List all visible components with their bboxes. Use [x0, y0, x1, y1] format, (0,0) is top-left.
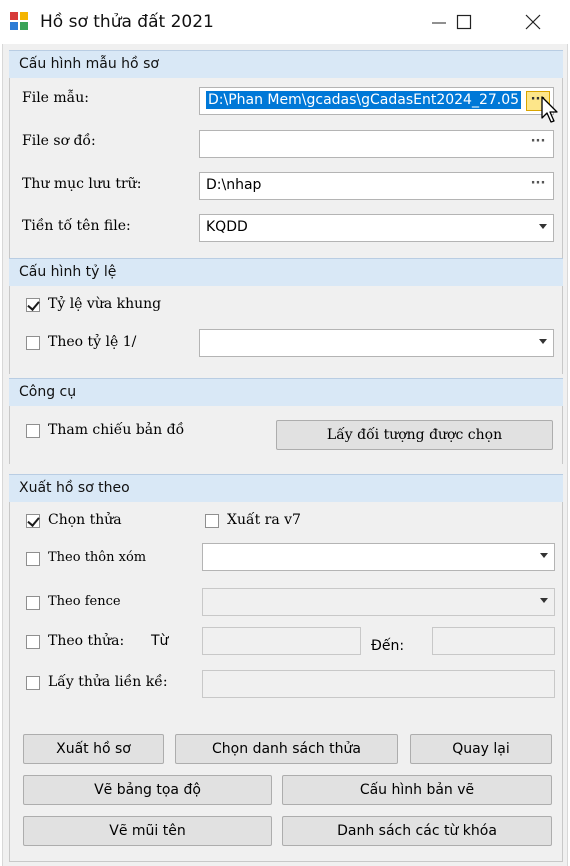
section-scale: Tỷ lệ vừa khung Theo tỷ lệ 1/ [9, 286, 563, 374]
hamlet-dropdown[interactable] [202, 543, 555, 571]
file-mau-value: D:\Phan Mem\gcadas\gCadasEnt2024_27.05 [206, 91, 522, 109]
get-selected-object-button[interactable]: Lấy đối tượng được chọn [276, 420, 553, 450]
file-mau-label: File mẫu: [22, 90, 89, 106]
by-fence-checkbox[interactable] [26, 596, 40, 610]
maximize-icon [456, 14, 472, 30]
fit-frame-label: Tỷ lệ vừa khung [48, 296, 162, 312]
by-scale-checkbox[interactable] [26, 336, 40, 350]
section-header-tools: Công cụ [9, 378, 563, 406]
by-fence-label: Theo fence [48, 594, 121, 609]
thu-muc-browse-button[interactable]: ··· [526, 176, 550, 196]
chevron-down-icon [539, 339, 547, 344]
map-reference-checkbox[interactable] [26, 424, 40, 438]
section-tools: Tham chiếu bản đồ Lấy đối tượng được chọ… [9, 406, 563, 464]
title-bar: Hồ sơ thửa đất 2021 [0, 0, 570, 44]
close-button[interactable] [510, 0, 556, 44]
chevron-down-icon [540, 598, 548, 603]
thu-muc-value: D:\nhap [206, 177, 262, 193]
file-mau-field[interactable]: D:\Phan Mem\gcadas\gCadasEnt2024_27.05 ·… [199, 87, 554, 115]
section-header-scale: Cấu hình tỷ lệ [9, 258, 563, 286]
app-icon [10, 12, 28, 30]
export-v7-checkbox[interactable] [205, 514, 219, 528]
tien-to-label: Tiền tố tên file: [22, 218, 131, 234]
draw-arrow-button[interactable]: Vẽ mũi tên [23, 816, 272, 846]
fit-frame-checkbox[interactable] [26, 298, 40, 312]
by-hamlet-label: Theo thôn xóm [48, 550, 147, 565]
drawing-config-button[interactable]: Cấu hình bản vẽ [282, 775, 552, 805]
tien-to-value: KQDD [206, 219, 248, 235]
select-parcel-checkbox[interactable] [26, 514, 40, 528]
from-label: Từ [151, 633, 169, 649]
thu-muc-label: Thư mục lưu trữ: [22, 176, 142, 192]
export-profile-button[interactable]: Xuất hồ sơ [23, 734, 164, 764]
section-header-template: Cấu hình mẫu hồ sơ [9, 50, 563, 78]
choose-parcel-list-button[interactable]: Chọn danh sách thửa [175, 734, 398, 764]
select-parcel-label: Chọn thửa [48, 512, 122, 528]
mouse-cursor-icon [541, 96, 558, 123]
file-so-do-field[interactable]: ··· [199, 130, 554, 158]
chevron-down-icon [540, 553, 548, 558]
actions-panel: Xuất hồ sơ Chọn danh sách thửa Quay lại … [9, 712, 563, 862]
scale-dropdown[interactable] [199, 329, 554, 357]
export-v7-label: Xuất ra v7 [227, 512, 301, 528]
to-label: Đến: [371, 638, 405, 654]
by-parcel-checkbox[interactable] [26, 635, 40, 649]
close-icon [525, 14, 541, 30]
adjacent-parcel-input[interactable] [202, 670, 555, 698]
maximize-button[interactable] [440, 0, 486, 44]
by-scale-label: Theo tỷ lệ 1/ [48, 334, 137, 350]
keyword-list-button[interactable]: Danh sách các từ khóa [282, 816, 552, 846]
by-hamlet-checkbox[interactable] [26, 552, 40, 566]
file-so-do-browse-button[interactable]: ··· [526, 134, 550, 154]
by-parcel-label: Theo thửa: [48, 633, 125, 649]
draw-coordinate-table-button[interactable]: Vẽ bảng tọa độ [23, 775, 272, 805]
to-parcel-input[interactable] [432, 627, 555, 655]
chevron-down-icon [539, 224, 547, 229]
section-export: Chọn thửa Xuất ra v7 Theo thôn xóm Theo … [9, 502, 563, 712]
fence-dropdown[interactable] [202, 588, 555, 616]
from-parcel-input[interactable] [202, 627, 361, 655]
window-title: Hồ sơ thửa đất 2021 [40, 12, 214, 32]
thu-muc-field[interactable]: D:\nhap ··· [199, 172, 554, 200]
back-button[interactable]: Quay lại [410, 734, 552, 764]
map-reference-label: Tham chiếu bản đồ [48, 422, 185, 438]
file-so-do-label: File sơ đồ: [22, 133, 96, 149]
adjacent-parcel-label: Lấy thửa liền kề: [48, 674, 168, 690]
section-header-export: Xuất hồ sơ theo [9, 474, 563, 502]
section-template: File mẫu: D:\Phan Mem\gcadas\gCadasEnt20… [9, 78, 563, 258]
tien-to-dropdown[interactable]: KQDD [199, 214, 554, 242]
form-client-area: Cấu hình mẫu hồ sơ File mẫu: D:\Phan Mem… [2, 44, 568, 866]
adjacent-parcel-checkbox[interactable] [26, 676, 40, 690]
